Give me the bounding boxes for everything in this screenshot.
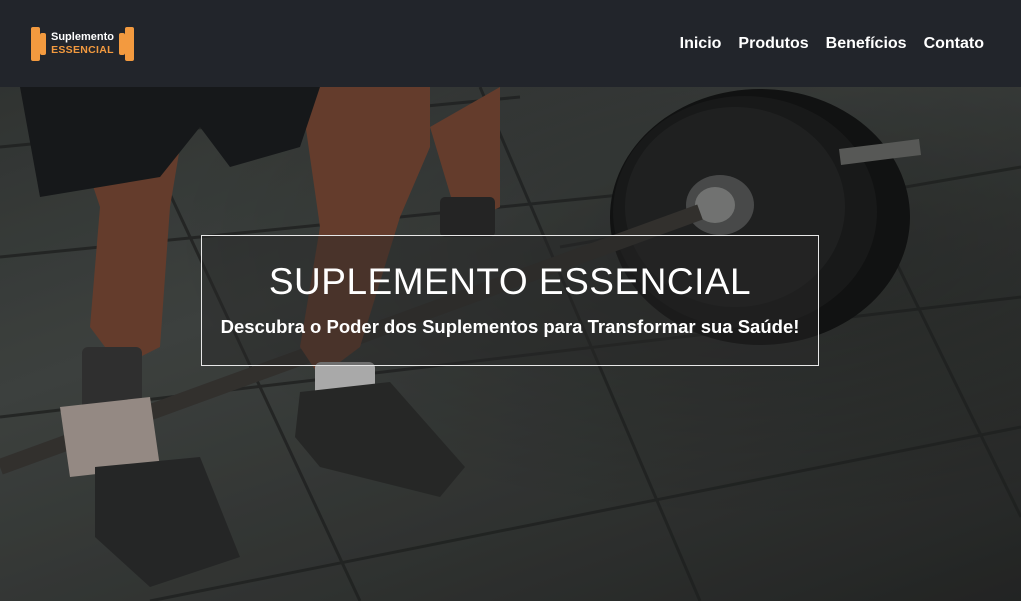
nav-link-inicio[interactable]: Inicio — [680, 35, 722, 53]
hero-banner: SUPLEMENTO ESSENCIAL Descubra o Poder do… — [201, 235, 819, 366]
dumbbell-icon — [31, 26, 40, 61]
nav-link-contato[interactable]: Contato — [924, 35, 984, 53]
nav-link-produtos[interactable]: Produtos — [738, 35, 808, 53]
logo-line-1: Suplemento — [51, 30, 114, 43]
dumbbell-icon — [124, 26, 134, 61]
hero-section: SUPLEMENTO ESSENCIAL Descubra o Poder do… — [0, 87, 1021, 601]
logo[interactable]: Suplemento ESSENCIAL — [31, 24, 134, 64]
main-nav: Inicio Produtos Benefícios Contato — [680, 35, 984, 53]
logo-text: Suplemento ESSENCIAL — [51, 30, 114, 56]
navbar: Suplemento ESSENCIAL Inicio Produtos Ben… — [0, 0, 1021, 87]
hero-title: SUPLEMENTO ESSENCIAL — [268, 261, 752, 302]
nav-link-beneficios[interactable]: Benefícios — [826, 35, 907, 53]
logo-line-2: ESSENCIAL — [51, 43, 114, 56]
hero-subtitle: Descubra o Poder dos Suplementos para Tr… — [220, 316, 800, 337]
dumbbell-inner-plate — [40, 32, 46, 55]
